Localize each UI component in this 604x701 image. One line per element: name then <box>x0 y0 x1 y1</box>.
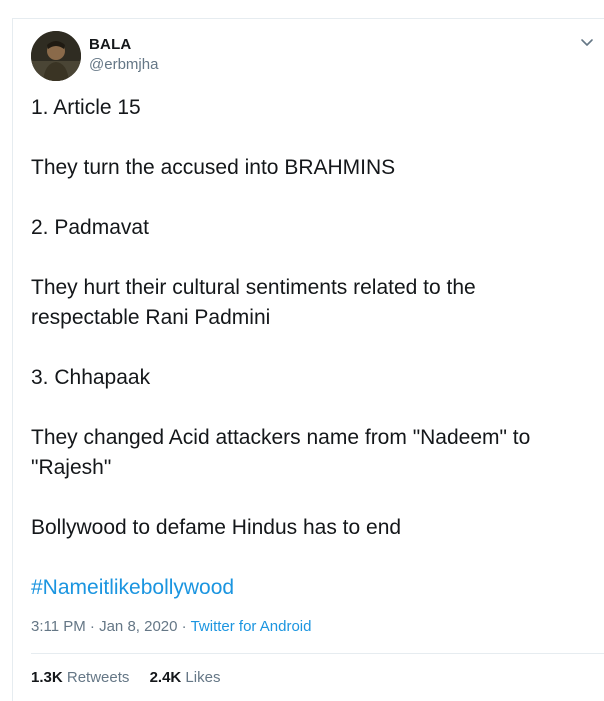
chevron-down-icon[interactable] <box>578 33 596 51</box>
avatar-image <box>31 31 81 81</box>
tweet-source-link[interactable]: Twitter for Android <box>191 618 312 635</box>
tweet-time[interactable]: 3:11 PM <box>31 618 86 635</box>
hashtag-link[interactable]: #Nameitlikebollywood <box>31 576 234 599</box>
tweet-paragraph: They hurt their cultural sentiments rela… <box>31 276 476 329</box>
tweet-text: 1. Article 15 They turn the accused into… <box>31 93 571 633</box>
meta-separator: · <box>89 618 95 635</box>
meta-separator: · <box>181 618 187 635</box>
tweet-paragraph: 1. Article 15 <box>31 96 141 119</box>
tweet-paragraph: 3. Chhapaak <box>31 366 151 389</box>
tweet-paragraph: They changed Acid attackers name from "N… <box>31 426 531 479</box>
tweet-date[interactable]: Jan 8, 2020 <box>99 618 177 635</box>
tweet-stats: 1.3K Retweets 2.4K Likes <box>31 669 236 686</box>
tweet-paragraph: Bollywood to defame Hindus has to end <box>31 516 402 539</box>
retweets-stat[interactable]: 1.3K Retweets <box>31 669 134 686</box>
author-handle[interactable]: @erbmjha <box>89 56 158 73</box>
divider <box>31 653 604 654</box>
tweet-card: BALA @erbmjha 1. Article 15 They turn th… <box>12 18 604 701</box>
tweet-header: BALA @erbmjha <box>13 19 604 89</box>
retweets-count: 1.3K <box>31 669 63 686</box>
tweet-meta: 3:11 PM · Jan 8, 2020 · Twitter for Andr… <box>31 618 311 635</box>
likes-label: Likes <box>185 669 221 686</box>
likes-stat[interactable]: 2.4K Likes <box>150 669 221 686</box>
tweet-paragraph: They turn the accused into BRAHMINS <box>31 156 396 179</box>
author-display-name[interactable]: BALA <box>89 36 131 53</box>
tweet-paragraph: 2. Padmavat <box>31 216 149 239</box>
avatar[interactable] <box>31 31 81 81</box>
likes-count: 2.4K <box>149 669 182 686</box>
retweets-label: Retweets <box>66 669 130 686</box>
